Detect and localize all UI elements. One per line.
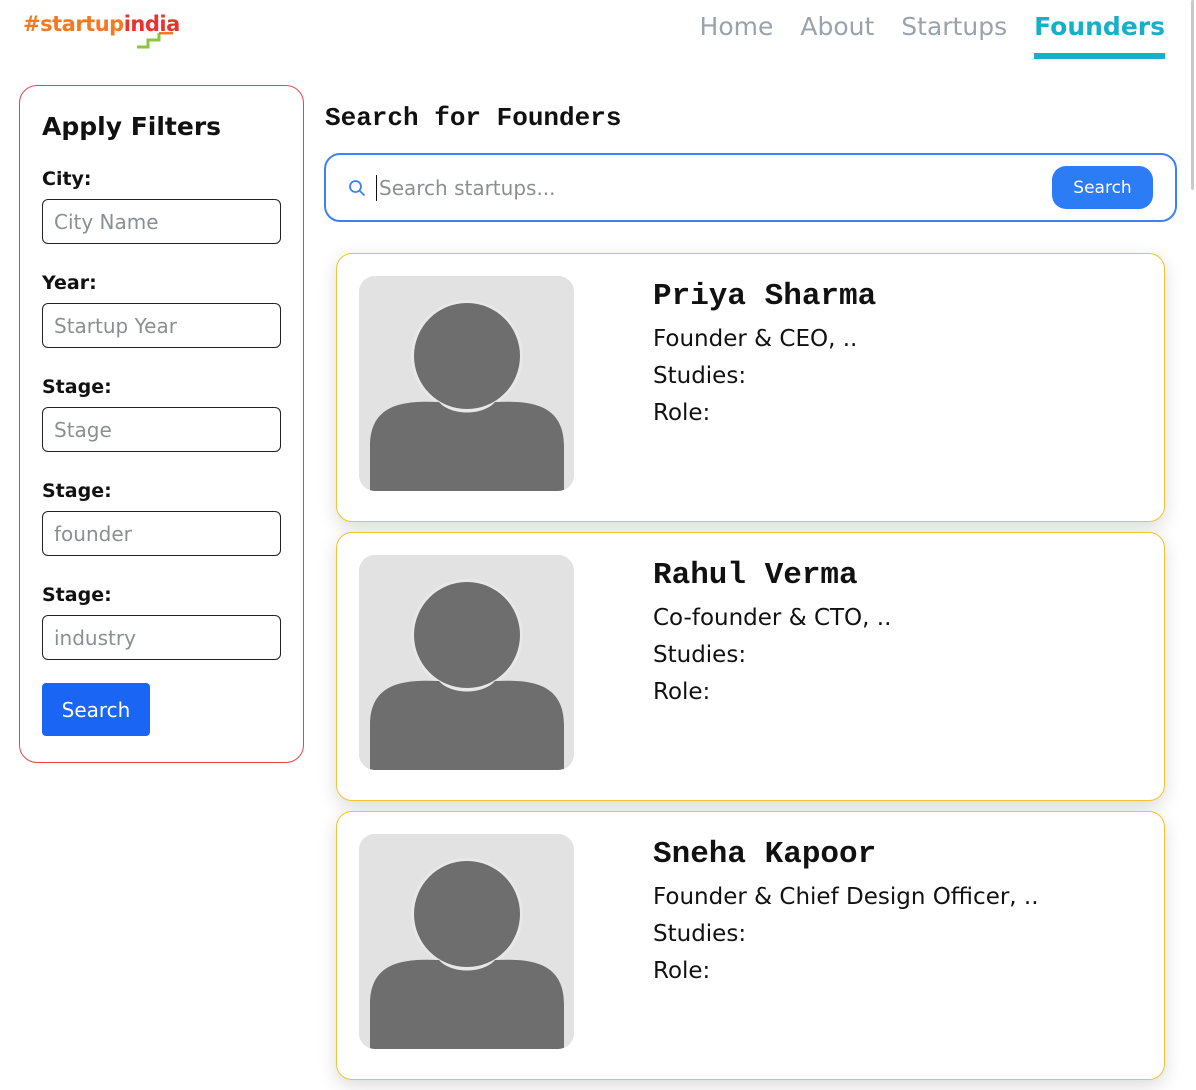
person-placeholder-icon (359, 555, 574, 770)
founder-role: Role: (653, 400, 711, 426)
city-input[interactable] (42, 199, 281, 244)
year-input[interactable] (42, 303, 281, 348)
search-icon (349, 179, 365, 196)
apply-filters-button[interactable]: Search (42, 683, 150, 736)
founder-filter-label: Stage: (42, 480, 112, 502)
search-bar: Search (324, 153, 1177, 222)
nav-home[interactable]: Home (700, 10, 774, 59)
person-placeholder-icon (359, 276, 574, 491)
founder-card[interactable]: Sneha Kapoor Founder & Chief Design Offi… (336, 811, 1165, 1080)
founder-name: Rahul Verma (653, 558, 858, 593)
founder-studies: Studies: (653, 921, 747, 947)
logo-hash: # (23, 12, 41, 36)
nav-about[interactable]: About (800, 10, 874, 59)
steps-logo-mark (137, 32, 173, 49)
industry-input[interactable] (42, 615, 281, 660)
founder-position: Co-founder & CTO, .. (653, 605, 892, 631)
founder-role: Role: (653, 958, 711, 984)
nav-startups[interactable]: Startups (901, 10, 1007, 59)
startupindia-logo[interactable]: #startupindia (23, 10, 183, 50)
filters-panel: Apply Filters City: Year: Stage: Stage: … (19, 85, 304, 763)
filters-title: Apply Filters (42, 112, 222, 141)
founder-position: Founder & CEO, .. (653, 326, 858, 352)
nav-founders[interactable]: Founders (1034, 10, 1165, 59)
founder-input[interactable] (42, 511, 281, 556)
page-title: Search for Founders (325, 103, 622, 133)
founder-studies: Studies: (653, 642, 747, 668)
founder-role: Role: (653, 679, 711, 705)
page-scrollbar[interactable] (1191, 0, 1194, 190)
search-input[interactable] (376, 174, 1044, 201)
city-label: City: (42, 168, 92, 190)
founder-position: Founder & Chief Design Officer, .. (653, 884, 1039, 910)
stage-label: Stage: (42, 376, 112, 398)
search-button[interactable]: Search (1052, 166, 1153, 209)
industry-filter-label: Stage: (42, 584, 112, 606)
logo-part-startup: startup (40, 12, 124, 36)
main-nav: Home About Startups Founders (700, 10, 1165, 59)
stage-input[interactable] (42, 407, 281, 452)
founder-name: Priya Sharma (653, 279, 877, 314)
year-label: Year: (42, 272, 97, 294)
person-placeholder-icon (359, 834, 574, 1049)
founder-card[interactable]: Priya Sharma Founder & CEO, .. Studies: … (336, 253, 1165, 522)
founder-studies: Studies: (653, 363, 747, 389)
founder-results: Priya Sharma Founder & CEO, .. Studies: … (336, 253, 1165, 1090)
founder-card[interactable]: Rahul Verma Co-founder & CTO, .. Studies… (336, 532, 1165, 801)
founder-name: Sneha Kapoor (653, 837, 877, 872)
